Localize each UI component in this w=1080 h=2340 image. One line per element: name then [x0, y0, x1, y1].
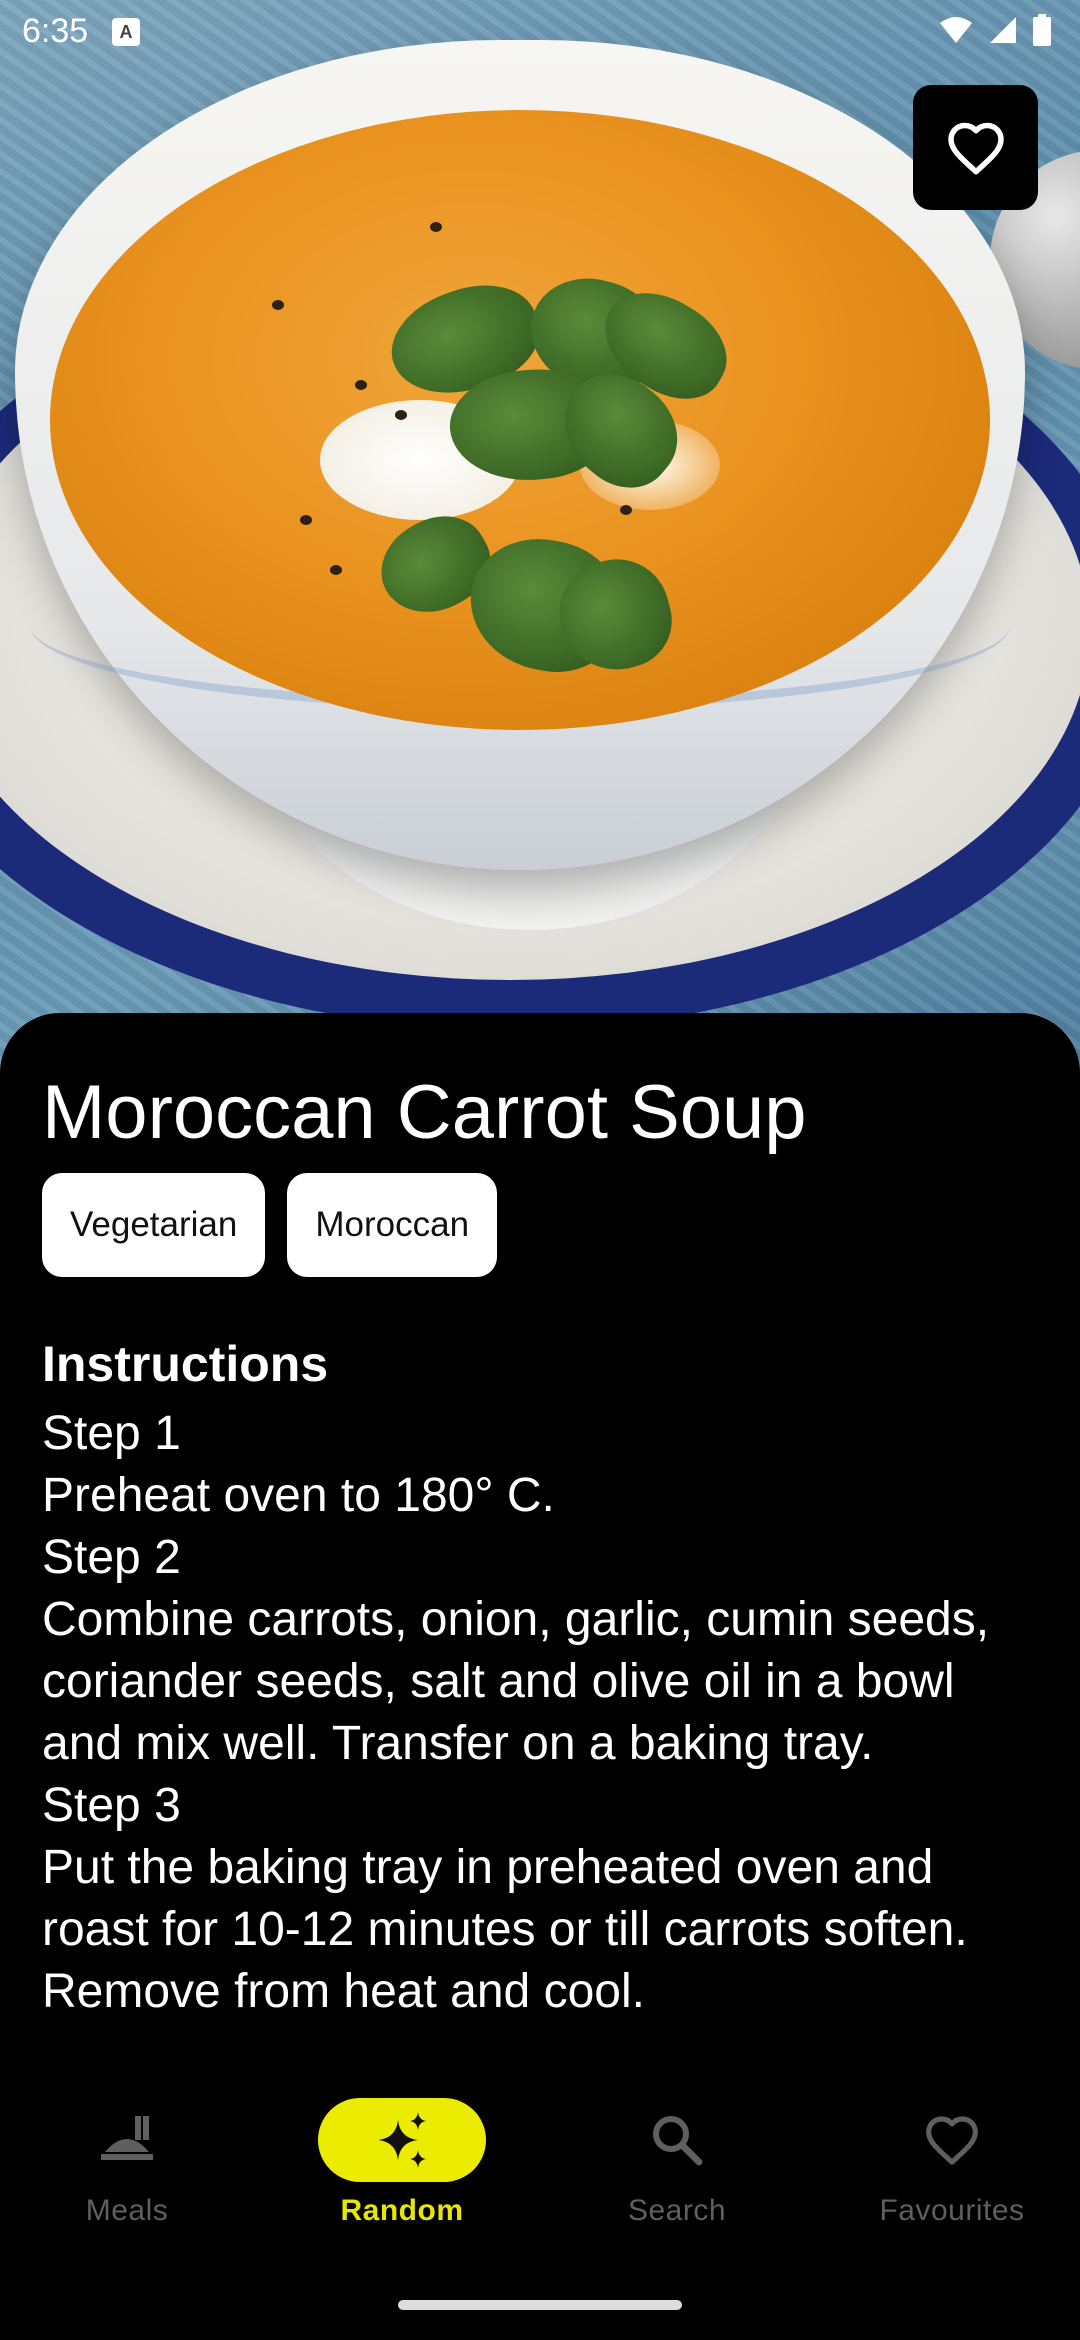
tag-list: Vegetarian Moroccan: [42, 1173, 498, 1277]
notification-icon: A: [112, 18, 140, 46]
status-bar: 6:35 A: [0, 0, 1080, 64]
meal-detail-screen: 6:35 A Moroccan Carrot Soup Vegetarian M…: [0, 0, 1080, 2340]
wifi-icon: [940, 17, 972, 43]
battery-icon: [1033, 14, 1051, 46]
pepper-speck: [330, 565, 342, 575]
nav-pill: [593, 2098, 761, 2182]
pepper-speck: [300, 515, 312, 525]
tag-chip-moroccan[interactable]: Moroccan: [287, 1173, 498, 1277]
favourite-button[interactable]: [913, 85, 1038, 210]
nav-label: Random: [340, 2194, 464, 2227]
nav-pill-active: [318, 2098, 486, 2182]
pepper-speck: [355, 380, 367, 390]
status-icons: [938, 14, 1052, 46]
instructions-heading: Instructions: [42, 1336, 329, 1392]
heart-outline-icon: [947, 122, 1004, 174]
pepper-speck: [430, 222, 442, 232]
status-time: 6:35: [22, 12, 89, 50]
meal-title: Moroccan Carrot Soup: [42, 1070, 807, 1155]
nav-label: Favourites: [879, 2194, 1025, 2227]
home-indicator[interactable]: [398, 2300, 682, 2310]
signal-icon: [990, 17, 1016, 43]
nav-pill: [868, 2098, 1036, 2182]
pepper-speck: [395, 410, 407, 420]
pepper-speck: [272, 300, 284, 310]
nav-pill: [43, 2098, 211, 2182]
nav-item-meals[interactable]: Meals: [0, 2098, 262, 2248]
nav-item-random[interactable]: Random: [267, 2098, 537, 2248]
nav-label: Search: [627, 2194, 727, 2227]
meals-icon: [101, 2116, 153, 2160]
instructions-text: Step 1 Preheat oven to 180° C. Step 2 Co…: [42, 1407, 990, 2018]
sparkle-icon: [378, 2112, 426, 2168]
nav-item-search[interactable]: Search: [542, 2098, 812, 2248]
heart-outline-icon: [926, 2116, 978, 2165]
nav-label: Meals: [85, 2194, 169, 2227]
pepper-speck: [620, 505, 632, 515]
nav-item-favourites[interactable]: Favourites: [817, 2098, 1080, 2248]
bottom-navigation: Meals Random Search Favourites: [0, 2063, 1080, 2340]
meal-details-sheet: Moroccan Carrot Soup Vegetarian Moroccan…: [0, 1013, 1080, 2103]
tag-chip-vegetarian[interactable]: Vegetarian: [42, 1173, 266, 1277]
search-icon: [653, 2116, 703, 2166]
